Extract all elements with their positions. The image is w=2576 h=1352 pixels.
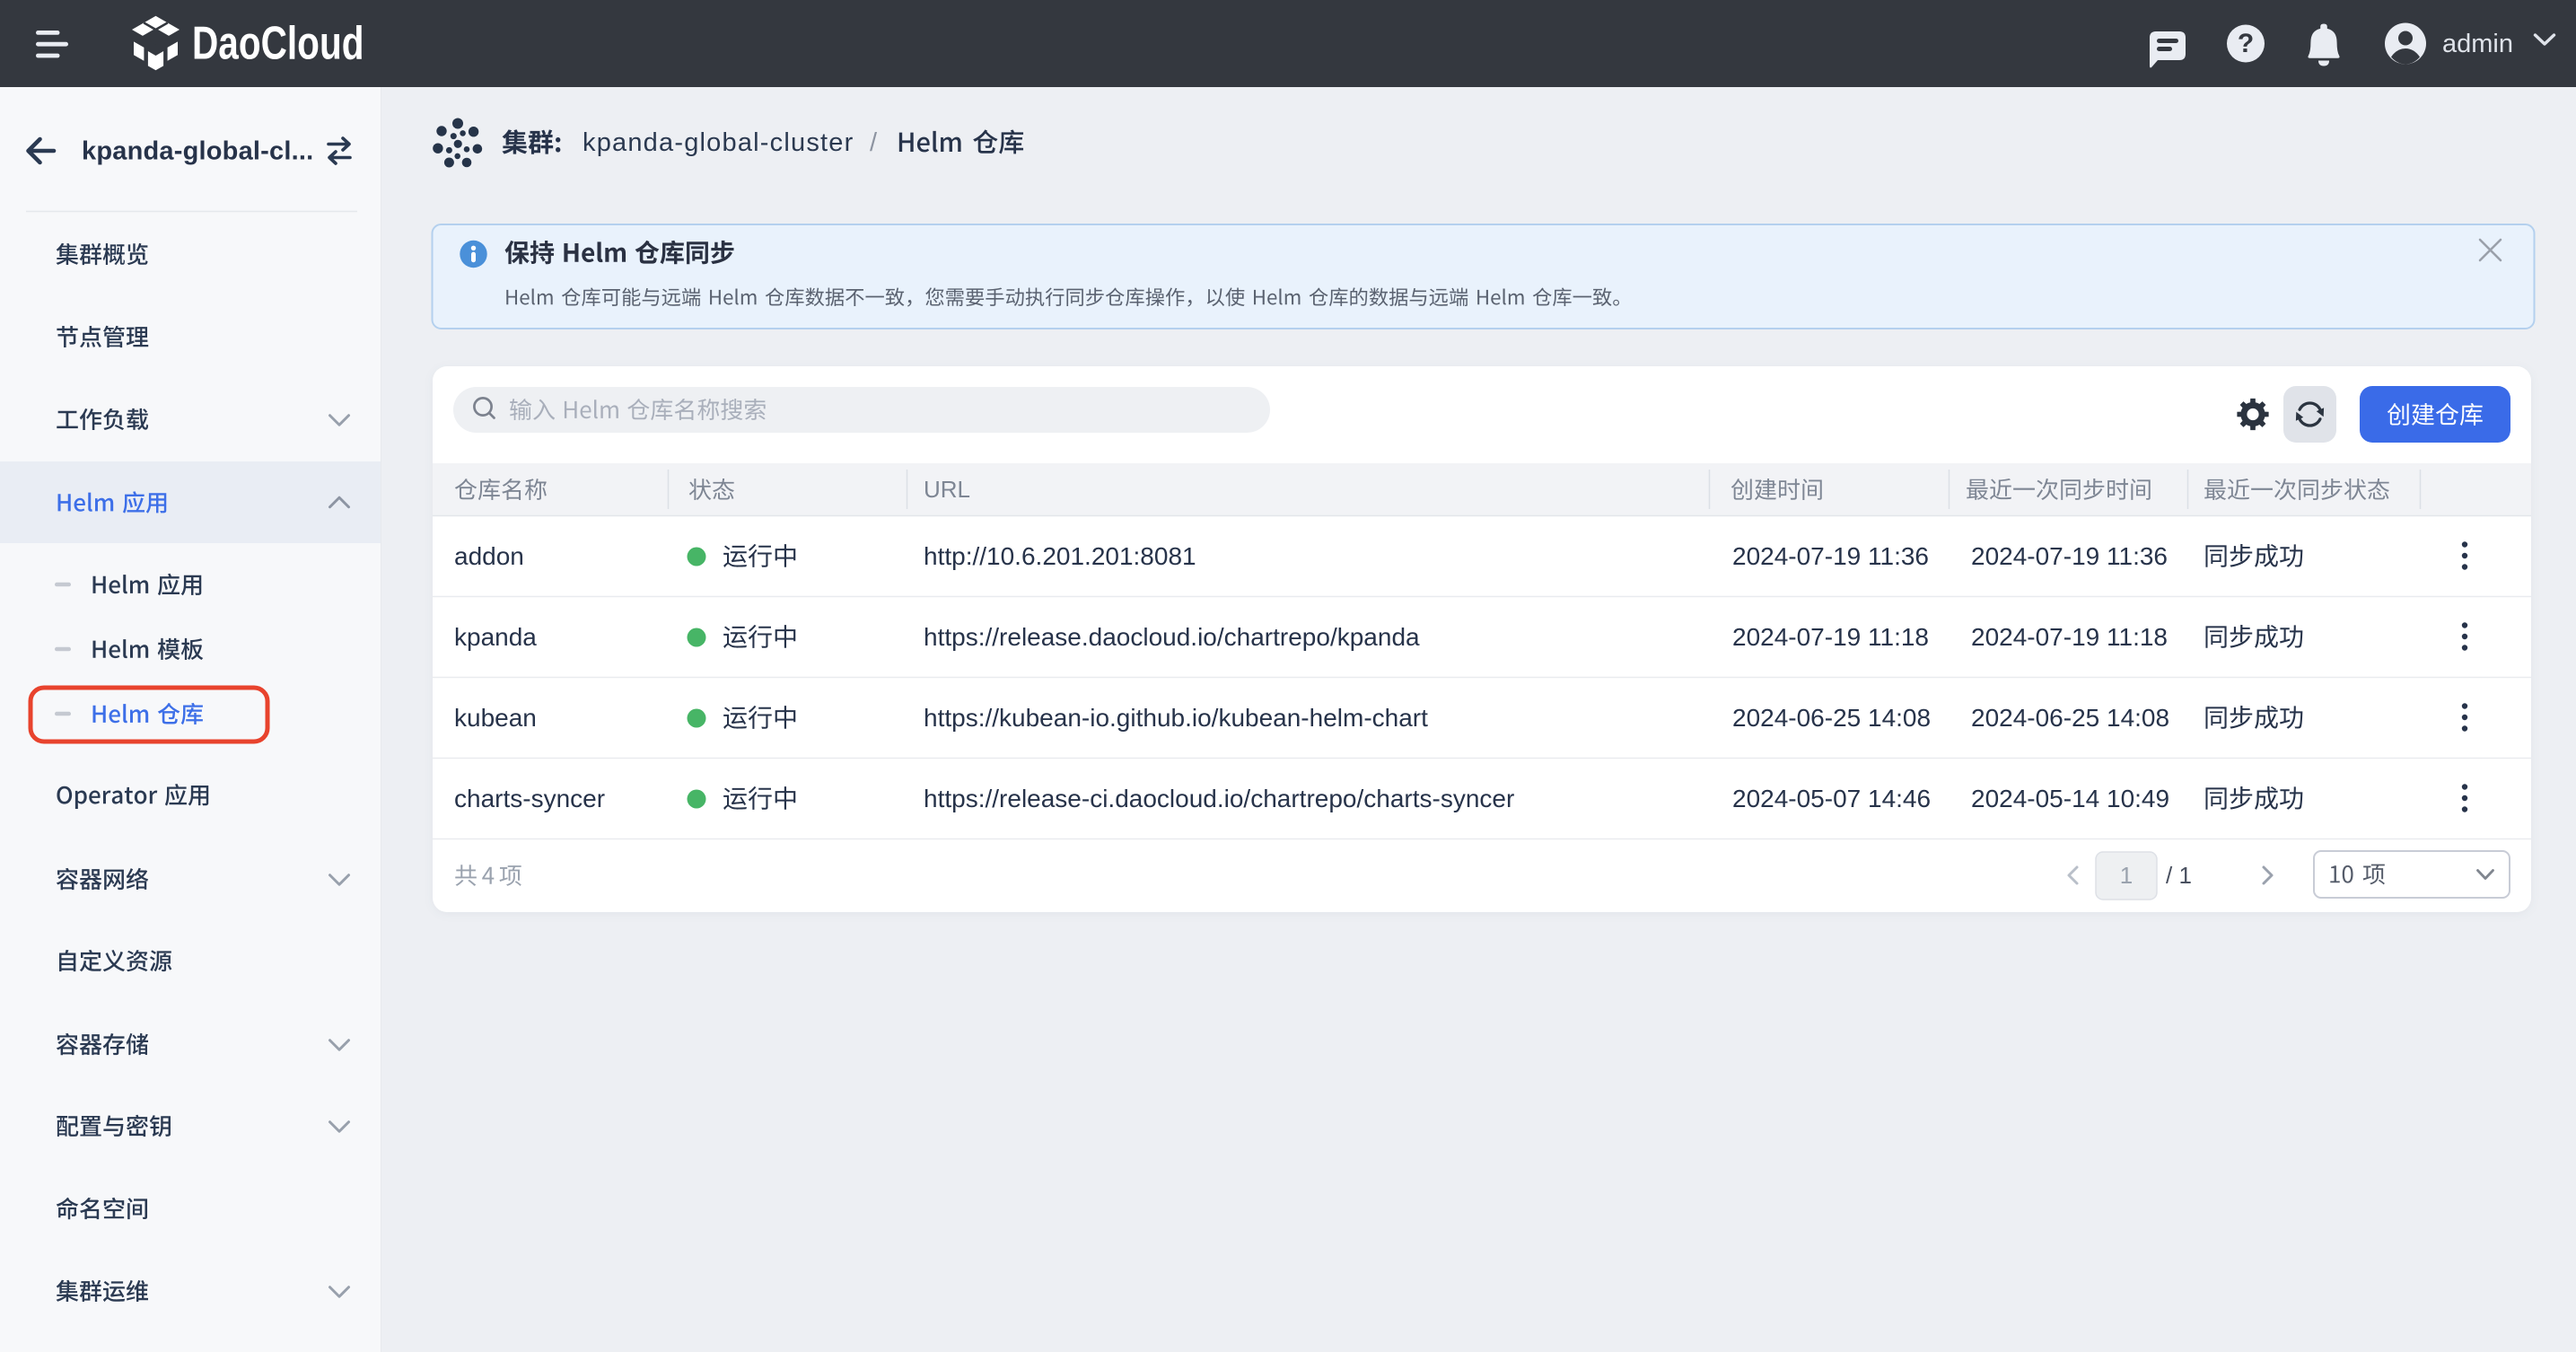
svg-text:kpanda: kpanda (454, 623, 537, 651)
svg-text:2024-07-19 11:18: 2024-07-19 11:18 (1971, 623, 2168, 651)
svg-text:charts-syncer: charts-syncer (454, 785, 605, 812)
svg-text:kpanda-global-cl...: kpanda-global-cl... (82, 137, 313, 166)
svg-text:2024-05-14 10:49: 2024-05-14 10:49 (1971, 785, 2169, 812)
svg-text:2024-07-19 11:18: 2024-07-19 11:18 (1732, 623, 1929, 651)
svg-text:DaoCloud: DaoCloud (192, 17, 364, 69)
svg-text:kpanda-global-cluster: kpanda-global-cluster (583, 128, 854, 157)
svg-text:2024-07-19 11:36: 2024-07-19 11:36 (1971, 542, 2168, 570)
svg-text:kubean: kubean (454, 704, 537, 732)
svg-text:/ 1: / 1 (2166, 862, 2192, 889)
svg-text:addon: addon (454, 542, 524, 570)
svg-text:admin: admin (2442, 30, 2513, 58)
svg-text:2024-05-07 14:46: 2024-05-07 14:46 (1732, 785, 1931, 812)
svg-text:2024-07-19 11:36: 2024-07-19 11:36 (1732, 542, 1929, 570)
svg-text:2024-06-25 14:08: 2024-06-25 14:08 (1971, 704, 2169, 732)
svg-text:2024-06-25 14:08: 2024-06-25 14:08 (1732, 704, 1931, 732)
svg-text:https://kubean-io.github.io/ku: https://kubean-io.github.io/kubean-helm-… (924, 704, 1428, 732)
svg-text:https://release-ci.daocloud.io: https://release-ci.daocloud.io/chartrepo… (924, 785, 1514, 812)
svg-text:/: / (870, 128, 878, 157)
svg-text:https://release.daocloud.io/ch: https://release.daocloud.io/chartrepo/kp… (924, 623, 1420, 651)
svg-text:URL: URL (924, 476, 970, 503)
svg-text:?: ? (2238, 29, 2254, 58)
svg-text:1: 1 (2120, 862, 2133, 889)
svg-text:http://10.6.201.201:8081: http://10.6.201.201:8081 (924, 542, 1196, 570)
